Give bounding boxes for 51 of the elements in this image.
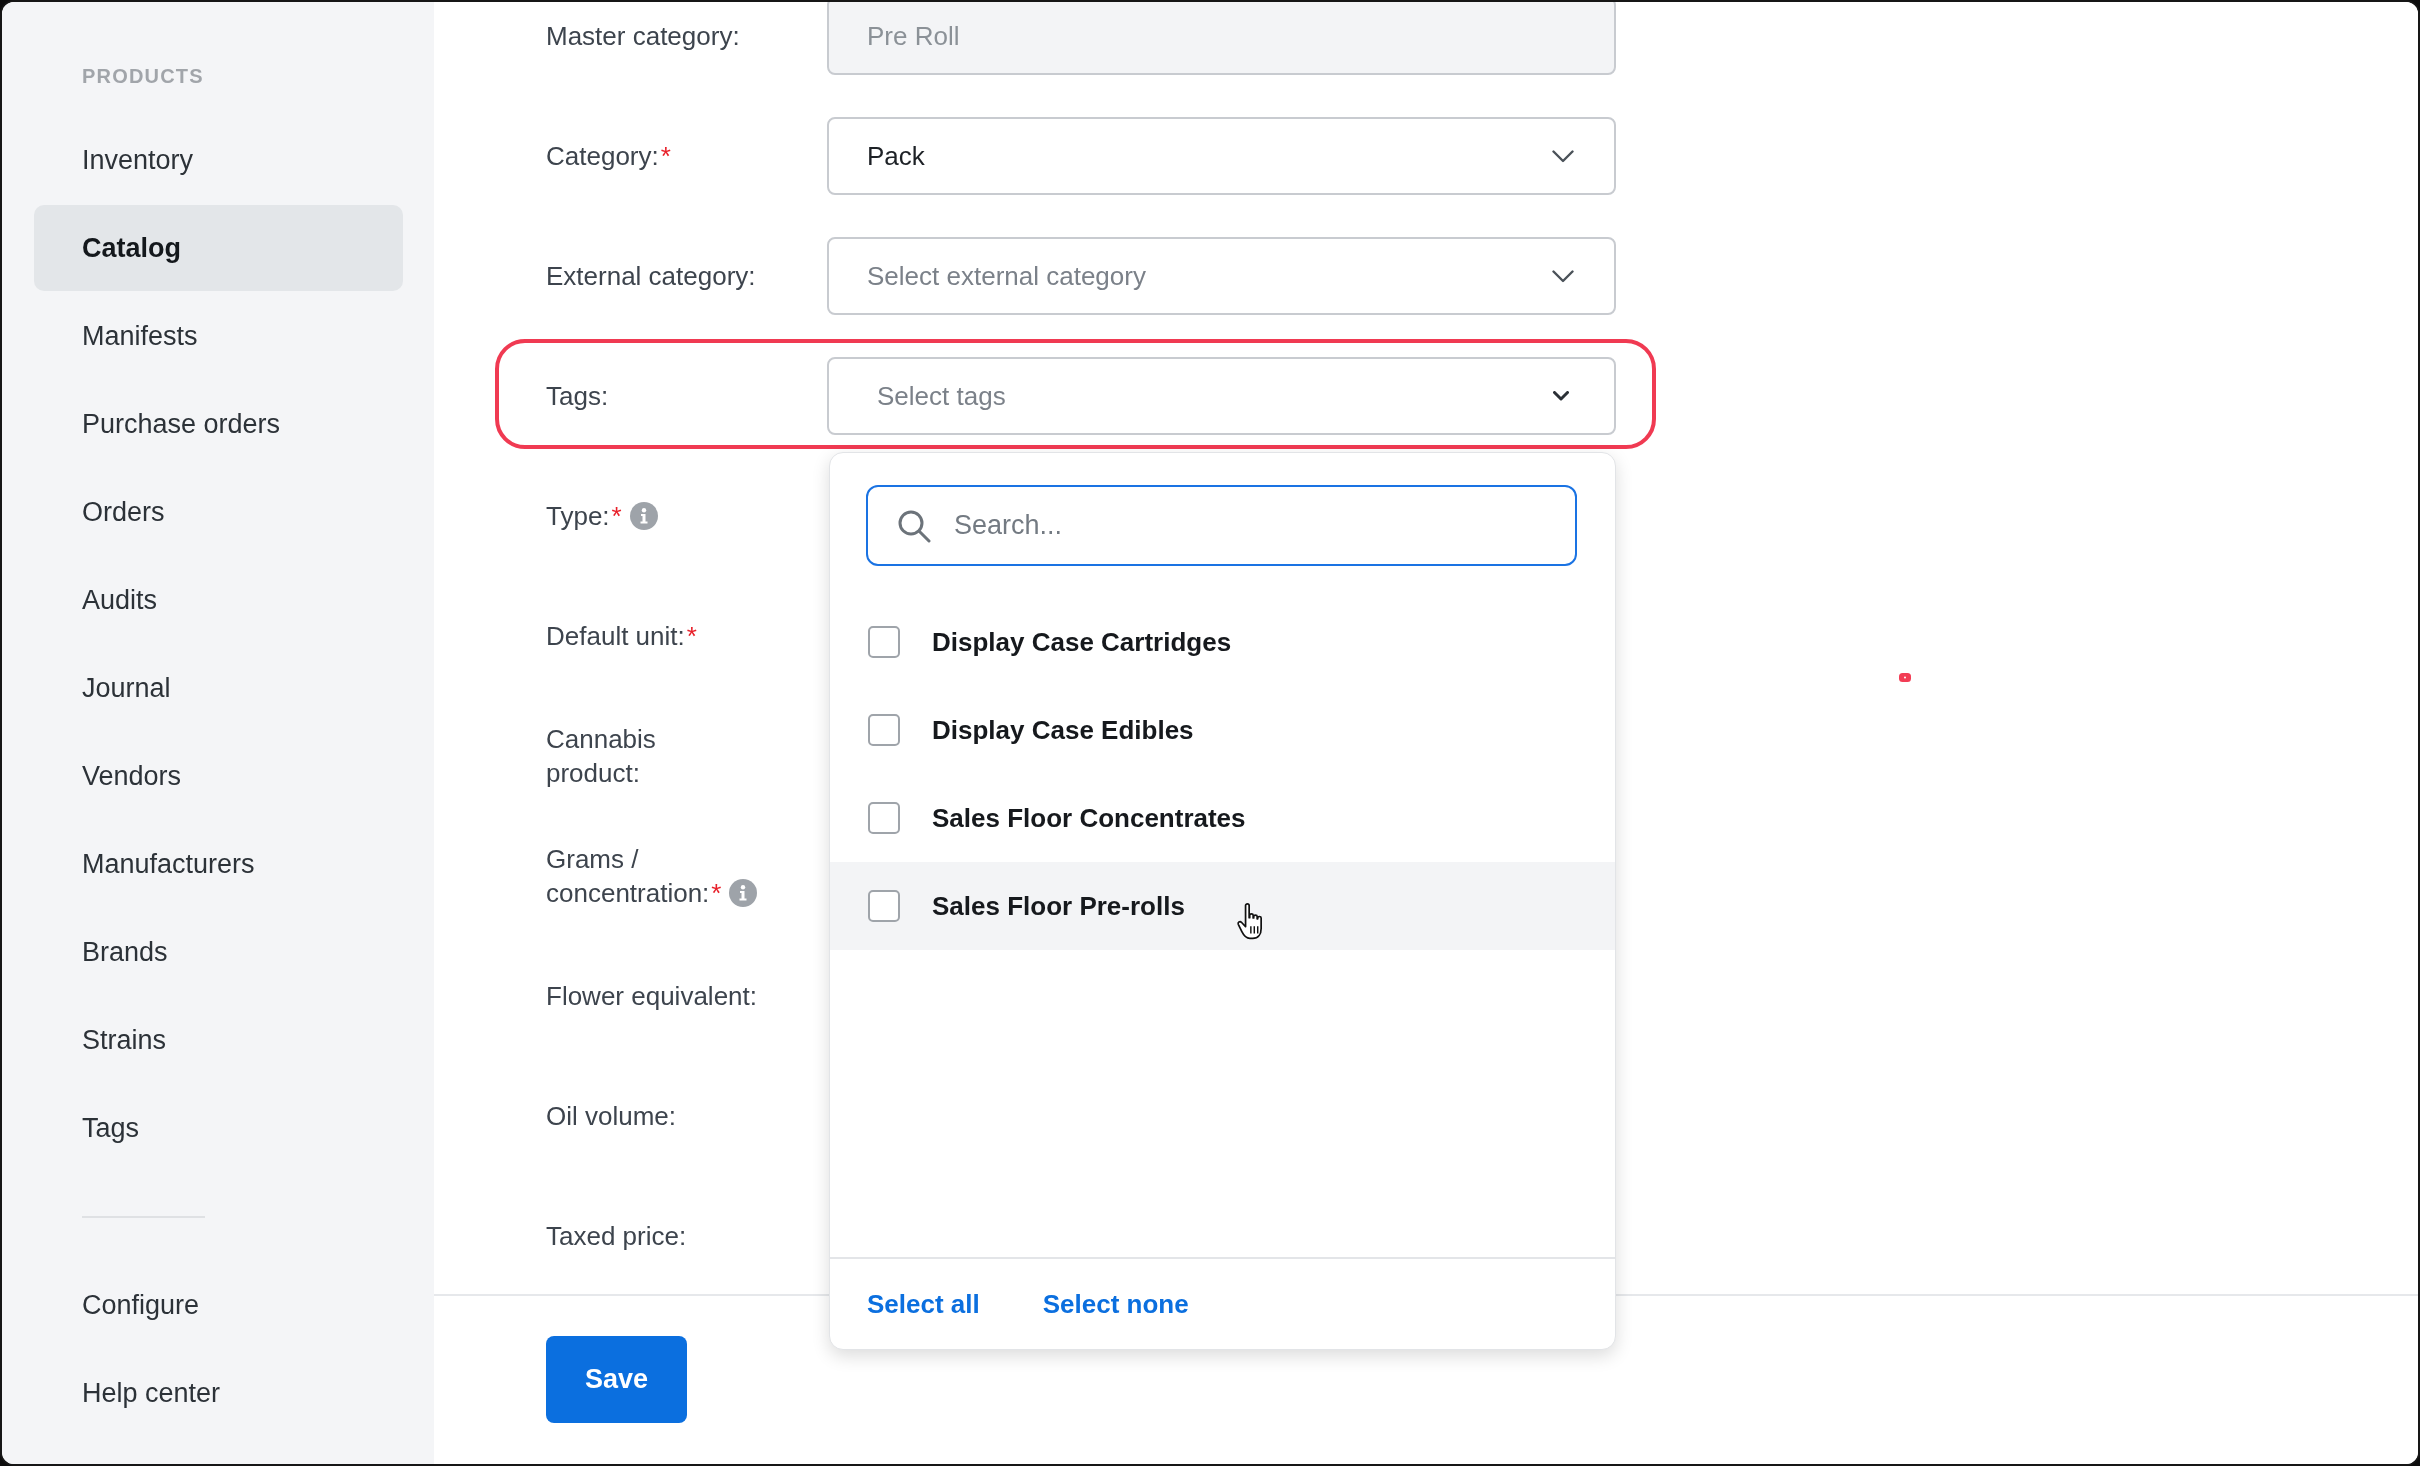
select-field[interactable]: Pack xyxy=(827,117,1616,195)
save-button[interactable]: Save xyxy=(546,1336,687,1423)
search-icon xyxy=(897,509,931,543)
checkbox[interactable] xyxy=(868,626,900,658)
nav-item[interactable]: Journal xyxy=(34,645,403,731)
nav-item[interactable]: Orders xyxy=(34,469,403,555)
nav-item[interactable]: Brands xyxy=(34,909,403,995)
info-icon[interactable] xyxy=(629,502,658,530)
action-link[interactable]: Select none xyxy=(1042,1288,1189,1320)
nav-item[interactable]: Help center xyxy=(34,1350,403,1436)
nav-item[interactable]: Purchase orders xyxy=(34,381,403,467)
option-item[interactable]: Sales Floor Concentrates xyxy=(830,774,1615,862)
checkbox[interactable] xyxy=(868,890,900,922)
action-link[interactable]: Select all xyxy=(867,1288,980,1320)
chevron-down-icon xyxy=(1552,269,1574,283)
field-label: Type: xyxy=(546,501,610,531)
option-item[interactable]: Display Case Edibles xyxy=(830,686,1615,774)
required-mark: * xyxy=(711,878,722,908)
select-field[interactable]: Select external category xyxy=(827,237,1616,315)
field-label: Oil volume: xyxy=(546,1101,677,1131)
nav-item[interactable]: Tags xyxy=(34,1085,403,1171)
field-label: Taxed price: xyxy=(546,1221,687,1251)
field-label: Flower equivalent: xyxy=(546,981,757,1011)
field-label: Grams / concentration: xyxy=(546,844,710,908)
section-heading: PRODUCTS xyxy=(82,64,204,89)
nav-item[interactable]: Configure xyxy=(34,1262,403,1348)
nav-item[interactable]: Strains xyxy=(34,997,403,1083)
chevron-down-icon xyxy=(1553,391,1569,401)
info-icon[interactable] xyxy=(729,879,758,907)
field-label: External category: xyxy=(546,261,756,291)
option-item[interactable]: Sales Floor Pre-rolls xyxy=(830,862,1615,950)
select-field[interactable]: Select tags xyxy=(827,357,1616,435)
required-mark: * xyxy=(611,501,622,531)
field-label: Master category: xyxy=(546,21,740,51)
nav-item[interactable]: Catalog xyxy=(34,205,403,291)
nav-item[interactable]: Manifests xyxy=(34,293,403,379)
nav-item[interactable]: Inventory xyxy=(34,117,403,203)
nav-item[interactable]: Vendors xyxy=(34,733,403,819)
nav-item[interactable]: Audits xyxy=(34,557,403,643)
nav-item[interactable]: Manufacturers xyxy=(34,821,403,907)
chevron-down-icon xyxy=(1552,149,1574,163)
field-label: Default unit: xyxy=(546,621,685,651)
search-field[interactable]: Search... xyxy=(866,485,1577,566)
option-item[interactable]: Display Case Cartridges xyxy=(830,598,1615,686)
required-mark: * xyxy=(686,621,697,651)
field-label: Cannabis product: xyxy=(546,724,656,788)
field-label: Category: xyxy=(546,141,659,171)
checkbox[interactable] xyxy=(868,714,900,746)
field-label: Tags: xyxy=(546,381,609,411)
required-mark: * xyxy=(660,141,671,171)
checkbox[interactable] xyxy=(868,802,900,834)
